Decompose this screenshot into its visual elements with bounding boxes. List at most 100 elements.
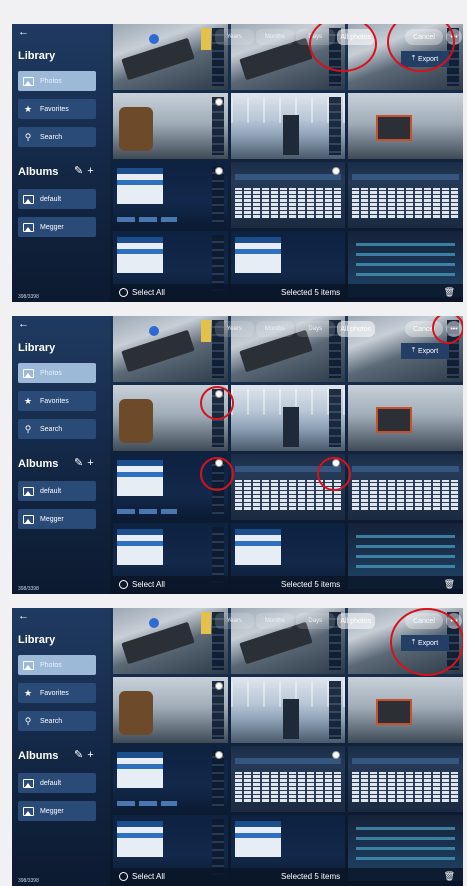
album-item-default[interactable]: default (18, 189, 96, 209)
segment-all-photos[interactable]: All photos (336, 321, 375, 337)
segment-months[interactable]: Months (255, 29, 294, 45)
segment-all-photos[interactable]: All photos (336, 613, 375, 629)
album-actions[interactable]: ✎+ (74, 164, 98, 177)
album-item-default[interactable]: default (18, 481, 96, 501)
sidebar-item-favorites[interactable]: ★ Favorites (18, 391, 96, 411)
cancel-button[interactable]: Cancel (405, 321, 443, 337)
photo-thumbnail[interactable] (113, 93, 228, 159)
photo-thumbnail[interactable] (230, 162, 346, 228)
album-item-megger[interactable]: Megger (18, 217, 96, 237)
add-icon[interactable]: + (87, 457, 97, 469)
photo-thumbnail[interactable] (113, 677, 228, 743)
selection-circle-icon[interactable] (214, 459, 223, 467)
photo-thumbnail[interactable] (113, 24, 228, 90)
photo-thumbnail[interactable] (230, 385, 346, 451)
radio-circle-icon (119, 580, 128, 589)
photo-thumbnail[interactable] (113, 385, 228, 451)
photo-thumbnail[interactable] (230, 677, 346, 743)
album-item-default[interactable]: default (18, 773, 96, 793)
selection-circle-icon[interactable] (214, 390, 223, 398)
share-icon: ⤒ (411, 639, 415, 646)
selection-toolbar: Select All Selected 5 items 🗑 (113, 284, 463, 302)
sidebar-item-photos[interactable]: Photos (18, 71, 96, 91)
photo-thumbnail[interactable] (348, 93, 463, 159)
segment-months[interactable]: Months (255, 613, 294, 629)
select-all-button[interactable]: Select All (119, 872, 165, 881)
export-button[interactable]: ⤒ Export (401, 343, 449, 359)
album-icon (22, 222, 34, 232)
sidebar-item-label: Search (40, 425, 63, 433)
cancel-button[interactable]: Cancel (405, 613, 443, 629)
more-button[interactable]: ••• (446, 321, 462, 337)
sidebar-item-label: Search (40, 133, 63, 141)
selection-circle-icon[interactable] (214, 98, 223, 106)
album-item-label: default (40, 487, 62, 495)
sidebar-item-search[interactable]: ⚲ Search (18, 127, 96, 147)
select-all-button[interactable]: Select All (119, 580, 165, 589)
segment-months[interactable]: Months (255, 321, 294, 337)
add-icon[interactable]: + (87, 749, 97, 761)
photo-thumbnail[interactable] (348, 677, 463, 743)
sidebar-item-label: Favorites (40, 105, 69, 113)
sidebar-item-label: Photos (40, 369, 62, 377)
segment-years[interactable]: Years (215, 613, 254, 629)
back-arrow-icon[interactable]: ← (18, 318, 29, 330)
photo-thumbnail[interactable] (113, 746, 228, 812)
photo-thumbnail[interactable] (113, 608, 228, 674)
photo-thumbnail[interactable] (113, 454, 228, 520)
segment-days[interactable]: Days (296, 613, 335, 629)
photo-thumbnail[interactable] (230, 746, 346, 812)
trash-icon[interactable]: 🗑 (444, 579, 455, 590)
albums-title: Albums (18, 458, 59, 470)
trash-icon[interactable]: 🗑 (444, 287, 455, 298)
photo-thumbnail[interactable] (348, 162, 463, 228)
star-icon: ★ (23, 395, 33, 406)
album-actions[interactable]: ✎+ (74, 456, 98, 469)
edit-icon[interactable]: ✎ (74, 165, 87, 177)
back-arrow-icon[interactable]: ← (18, 26, 29, 38)
album-item-megger[interactable]: Megger (18, 509, 96, 529)
sidebar-item-photos[interactable]: Photos (18, 363, 96, 383)
segment-years[interactable]: Years (215, 321, 254, 337)
library-title: Library (18, 342, 56, 354)
trash-icon[interactable]: 🗑 (444, 871, 455, 882)
segment-all-photos[interactable]: All photos (336, 29, 375, 45)
selected-count: Selected 5 items (281, 288, 341, 297)
edit-icon[interactable]: ✎ (74, 457, 87, 469)
sidebar-item-favorites[interactable]: ★ Favorites (18, 683, 96, 703)
albums-title: Albums (18, 166, 59, 178)
edit-icon[interactable]: ✎ (74, 749, 87, 761)
radio-circle-icon (119, 872, 128, 881)
photo-thumbnail[interactable] (348, 385, 463, 451)
selection-circle-icon[interactable] (214, 751, 223, 759)
more-button[interactable]: ••• (446, 29, 462, 45)
photo-thumbnail[interactable] (348, 454, 463, 520)
export-button[interactable]: ⤒ Export (401, 635, 449, 651)
segment-years[interactable]: Years (215, 29, 254, 45)
photo-thumbnail[interactable] (113, 316, 228, 382)
sidebar-item-search[interactable]: ⚲ Search (18, 419, 96, 439)
photo-thumbnail[interactable] (230, 454, 346, 520)
sidebar-item-search[interactable]: ⚲ Search (18, 711, 96, 731)
selection-circle-icon[interactable] (214, 167, 223, 175)
photo-counter: 398/3398 (18, 294, 39, 300)
export-button[interactable]: ⤒ Export (401, 51, 449, 67)
segment-days[interactable]: Days (296, 321, 335, 337)
selected-count: Selected 5 items (281, 580, 341, 589)
photo-thumbnail[interactable] (230, 93, 346, 159)
select-all-button[interactable]: Select All (119, 288, 165, 297)
photo-thumbnail[interactable] (113, 162, 228, 228)
segment-days[interactable]: Days (296, 29, 335, 45)
album-actions[interactable]: ✎+ (74, 748, 98, 761)
sidebar-item-photos[interactable]: Photos (18, 655, 96, 675)
photo-counter: 398/3398 (18, 878, 39, 884)
add-icon[interactable]: + (87, 165, 97, 177)
album-item-megger[interactable]: Megger (18, 801, 96, 821)
sidebar-item-favorites[interactable]: ★ Favorites (18, 99, 96, 119)
cancel-button[interactable]: Cancel (405, 29, 443, 45)
more-button[interactable]: ••• (446, 613, 462, 629)
selection-circle-icon[interactable] (214, 682, 223, 690)
photo-thumbnail[interactable] (348, 746, 463, 812)
sidebar-item-label: Favorites (40, 689, 69, 697)
back-arrow-icon[interactable]: ← (18, 610, 29, 622)
